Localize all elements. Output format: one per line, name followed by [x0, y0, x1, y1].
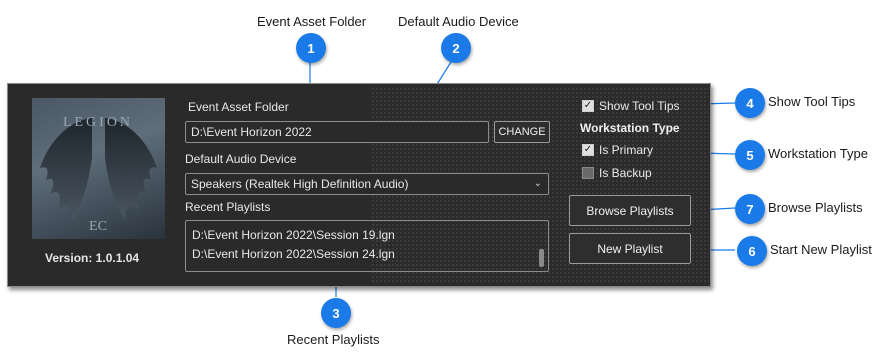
callout-badge-2: 2	[441, 33, 471, 63]
asset-folder-label: Event Asset Folder	[188, 100, 289, 114]
callout-badge-7: 7	[735, 194, 765, 224]
callout-label-asset-folder: Event Asset Folder	[257, 14, 367, 29]
callout-badge-5: 5	[735, 140, 765, 170]
recent-playlists-label: Recent Playlists	[185, 200, 271, 214]
list-scrollbar[interactable]	[539, 249, 544, 267]
is-primary-checkbox[interactable]: ✓	[582, 144, 594, 156]
legion-logo: LEGION EC	[32, 98, 165, 239]
is-backup-label: Is Backup	[599, 166, 652, 180]
recent-playlists-list[interactable]: D:\Event Horizon 2022\Session 19.lgn D:\…	[185, 220, 549, 272]
change-folder-button[interactable]: CHANGE	[494, 121, 550, 143]
callout-label-workstation-type: Workstation Type	[768, 146, 868, 161]
browse-playlists-button[interactable]: Browse Playlists	[569, 195, 691, 226]
callout-label-start-new-playlist: Start New Playlist	[770, 242, 872, 257]
start-panel: LEGION EC Version: 1.0.1.04 Event Asset …	[7, 83, 711, 287]
chevron-down-icon: ⌄	[533, 178, 542, 189]
asset-folder-field[interactable]: D:\Event Horizon 2022	[185, 121, 489, 143]
svg-text:LEGION: LEGION	[63, 115, 133, 130]
audio-device-value: Speakers (Realtek High Definition Audio)	[191, 177, 409, 191]
callout-badge-3: 3	[321, 298, 351, 328]
audio-device-label: Default Audio Device	[185, 152, 297, 166]
callout-label-recent-playlists: Recent Playlists	[287, 332, 380, 347]
callout-label-audio-device: Default Audio Device	[398, 14, 519, 29]
is-backup-checkbox[interactable]	[582, 167, 594, 179]
wings-emblem-icon: LEGION EC	[40, 115, 157, 234]
callout-label-browse-playlists: Browse Playlists	[768, 200, 863, 215]
workstation-type-heading: Workstation Type	[580, 121, 680, 135]
is-primary-label: Is Primary	[599, 143, 653, 157]
callout-badge-6: 6	[737, 236, 767, 266]
version-label: Version: 1.0.1.04	[45, 251, 140, 265]
new-playlist-button[interactable]: New Playlist	[569, 233, 691, 264]
callout-badge-1: 1	[296, 33, 326, 63]
recent-playlist-item[interactable]: D:\Event Horizon 2022\Session 19.lgn	[192, 228, 395, 242]
svg-text:EC: EC	[89, 219, 107, 234]
callout-label-show-tool-tips: Show Tool Tips	[768, 94, 856, 109]
show-tool-tips-checkbox[interactable]: ✓	[582, 100, 594, 112]
audio-device-select[interactable]: Speakers (Realtek High Definition Audio)…	[185, 173, 549, 195]
callout-badge-4: 4	[735, 88, 765, 118]
recent-playlist-item[interactable]: D:\Event Horizon 2022\Session 24.lgn	[192, 247, 395, 261]
show-tool-tips-label: Show Tool Tips	[599, 99, 680, 113]
